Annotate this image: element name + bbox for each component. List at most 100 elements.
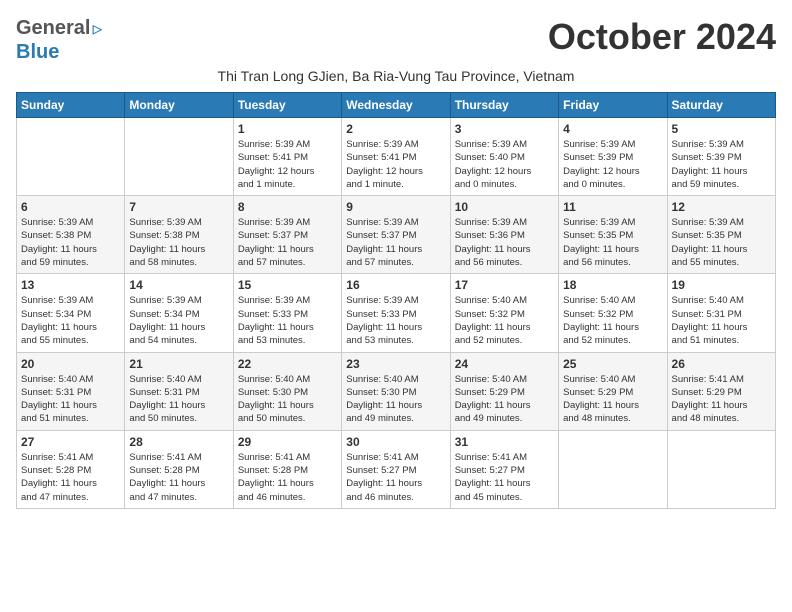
weekday-header-tuesday: Tuesday — [233, 93, 341, 118]
day-info: Sunrise: 5:39 AM Sunset: 5:38 PM Dayligh… — [129, 216, 228, 269]
weekday-header-row: SundayMondayTuesdayWednesdayThursdayFrid… — [17, 93, 776, 118]
day-info: Sunrise: 5:41 AM Sunset: 5:27 PM Dayligh… — [455, 451, 554, 504]
logo-general: General — [16, 17, 90, 40]
day-info: Sunrise: 5:39 AM Sunset: 5:35 PM Dayligh… — [672, 216, 771, 269]
calendar-week-1: 1 Sunrise: 5:39 AM Sunset: 5:41 PM Daylig… — [17, 118, 776, 196]
calendar-week-2: 6 Sunrise: 5:39 AM Sunset: 5:38 PM Daylig… — [17, 196, 776, 274]
calendar-cell — [17, 118, 125, 196]
calendar-cell: 27 Sunrise: 5:41 AM Sunset: 5:28 PM Dayli… — [17, 430, 125, 508]
calendar-cell: 30 Sunrise: 5:41 AM Sunset: 5:27 PM Dayli… — [342, 430, 450, 508]
day-number: 24 — [455, 357, 554, 371]
calendar-cell — [125, 118, 233, 196]
header: General ▹ Blue October 2024 — [16, 16, 776, 64]
day-number: 3 — [455, 122, 554, 136]
calendar-cell: 23 Sunrise: 5:40 AM Sunset: 5:30 PM Dayli… — [342, 352, 450, 430]
day-info: Sunrise: 5:39 AM Sunset: 5:37 PM Dayligh… — [238, 216, 337, 269]
calendar-cell: 28Sunrise: 5:41 AM Sunset: 5:28 PM Dayli… — [125, 430, 233, 508]
day-number: 16 — [346, 278, 445, 292]
day-number: 28 — [129, 435, 228, 449]
day-info: Sunrise: 5:39 AM Sunset: 5:41 PM Dayligh… — [238, 138, 337, 191]
weekday-header-wednesday: Wednesday — [342, 93, 450, 118]
day-number: 4 — [563, 122, 662, 136]
calendar-cell: 16 Sunrise: 5:39 AM Sunset: 5:33 PM Dayli… — [342, 274, 450, 352]
day-number: 21 — [129, 357, 228, 371]
day-number: 25 — [563, 357, 662, 371]
day-info: Sunrise: 5:41 AM Sunset: 5:28 PM Dayligh… — [21, 451, 120, 504]
calendar-cell: 10Sunrise: 5:39 AM Sunset: 5:36 PM Dayli… — [450, 196, 558, 274]
calendar-cell: 6Sunrise: 5:39 AM Sunset: 5:38 PM Daylig… — [17, 196, 125, 274]
weekday-header-saturday: Saturday — [667, 93, 775, 118]
day-info: Sunrise: 5:39 AM Sunset: 5:41 PM Dayligh… — [346, 138, 445, 191]
day-info: Sunrise: 5:40 AM Sunset: 5:30 PM Dayligh… — [238, 373, 337, 426]
month-title: October 2024 — [548, 16, 776, 58]
calendar-cell: 13 Sunrise: 5:39 AM Sunset: 5:34 PM Dayli… — [17, 274, 125, 352]
day-number: 5 — [672, 122, 771, 136]
day-number: 15 — [238, 278, 337, 292]
day-number: 23 — [346, 357, 445, 371]
day-number: 29 — [238, 435, 337, 449]
day-info: Sunrise: 5:39 AM Sunset: 5:35 PM Dayligh… — [563, 216, 662, 269]
calendar-cell: 26 Sunrise: 5:41 AM Sunset: 5:29 PM Dayli… — [667, 352, 775, 430]
day-info: Sunrise: 5:39 AM Sunset: 5:33 PM Dayligh… — [238, 294, 337, 347]
day-info: Sunrise: 5:41 AM Sunset: 5:27 PM Dayligh… — [346, 451, 445, 504]
day-info: Sunrise: 5:40 AM Sunset: 5:31 PM Dayligh… — [129, 373, 228, 426]
calendar-cell: 31 Sunrise: 5:41 AM Sunset: 5:27 PM Dayli… — [450, 430, 558, 508]
day-info: Sunrise: 5:39 AM Sunset: 5:37 PM Dayligh… — [346, 216, 445, 269]
day-info: Sunrise: 5:39 AM Sunset: 5:34 PM Dayligh… — [21, 294, 120, 347]
day-number: 12 — [672, 200, 771, 214]
day-info: Sunrise: 5:39 AM Sunset: 5:34 PM Dayligh… — [129, 294, 228, 347]
calendar-cell: 29 Sunrise: 5:41 AM Sunset: 5:28 PM Dayli… — [233, 430, 341, 508]
day-number: 14 — [129, 278, 228, 292]
calendar-cell: 4 Sunrise: 5:39 AM Sunset: 5:39 PM Daylig… — [559, 118, 667, 196]
calendar-cell: 8Sunrise: 5:39 AM Sunset: 5:37 PM Daylig… — [233, 196, 341, 274]
day-info: Sunrise: 5:41 AM Sunset: 5:29 PM Dayligh… — [672, 373, 771, 426]
logo-blue: Blue — [16, 41, 59, 63]
calendar-cell: 25 Sunrise: 5:40 AM Sunset: 5:29 PM Dayli… — [559, 352, 667, 430]
day-number: 1 — [238, 122, 337, 136]
logo: General ▹ Blue — [16, 16, 103, 64]
calendar-cell — [559, 430, 667, 508]
day-number: 6 — [21, 200, 120, 214]
day-number: 20 — [21, 357, 120, 371]
day-info: Sunrise: 5:39 AM Sunset: 5:33 PM Dayligh… — [346, 294, 445, 347]
day-info: Sunrise: 5:40 AM Sunset: 5:30 PM Dayligh… — [346, 373, 445, 426]
day-number: 18 — [563, 278, 662, 292]
day-number: 9 — [346, 200, 445, 214]
calendar-week-5: 27 Sunrise: 5:41 AM Sunset: 5:28 PM Dayli… — [17, 430, 776, 508]
calendar-cell: 19 Sunrise: 5:40 AM Sunset: 5:31 PM Dayli… — [667, 274, 775, 352]
day-info: Sunrise: 5:39 AM Sunset: 5:39 PM Dayligh… — [563, 138, 662, 191]
calendar-cell: 1 Sunrise: 5:39 AM Sunset: 5:41 PM Daylig… — [233, 118, 341, 196]
day-info: Sunrise: 5:40 AM Sunset: 5:29 PM Dayligh… — [455, 373, 554, 426]
day-number: 31 — [455, 435, 554, 449]
day-info: Sunrise: 5:39 AM Sunset: 5:40 PM Dayligh… — [455, 138, 554, 191]
calendar-cell: 9 Sunrise: 5:39 AM Sunset: 5:37 PM Daylig… — [342, 196, 450, 274]
calendar-cell — [667, 430, 775, 508]
day-number: 13 — [21, 278, 120, 292]
day-info: Sunrise: 5:40 AM Sunset: 5:32 PM Dayligh… — [455, 294, 554, 347]
day-info: Sunrise: 5:39 AM Sunset: 5:39 PM Dayligh… — [672, 138, 771, 191]
calendar-cell: 22Sunrise: 5:40 AM Sunset: 5:30 PM Dayli… — [233, 352, 341, 430]
day-number: 11 — [563, 200, 662, 214]
day-number: 30 — [346, 435, 445, 449]
calendar: SundayMondayTuesdayWednesdayThursdayFrid… — [16, 92, 776, 509]
day-info: Sunrise: 5:40 AM Sunset: 5:29 PM Dayligh… — [563, 373, 662, 426]
day-number: 19 — [672, 278, 771, 292]
day-number: 26 — [672, 357, 771, 371]
calendar-cell: 11 Sunrise: 5:39 AM Sunset: 5:35 PM Dayli… — [559, 196, 667, 274]
calendar-cell: 7 Sunrise: 5:39 AM Sunset: 5:38 PM Daylig… — [125, 196, 233, 274]
calendar-cell: 3 Sunrise: 5:39 AM Sunset: 5:40 PM Daylig… — [450, 118, 558, 196]
day-number: 10 — [455, 200, 554, 214]
day-number: 27 — [21, 435, 120, 449]
day-info: Sunrise: 5:40 AM Sunset: 5:32 PM Dayligh… — [563, 294, 662, 347]
calendar-cell: 5 Sunrise: 5:39 AM Sunset: 5:39 PM Daylig… — [667, 118, 775, 196]
calendar-cell: 17 Sunrise: 5:40 AM Sunset: 5:32 PM Dayli… — [450, 274, 558, 352]
day-info: Sunrise: 5:40 AM Sunset: 5:31 PM Dayligh… — [672, 294, 771, 347]
day-number: 7 — [129, 200, 228, 214]
day-info: Sunrise: 5:41 AM Sunset: 5:28 PM Dayligh… — [238, 451, 337, 504]
calendar-cell: 15 Sunrise: 5:39 AM Sunset: 5:33 PM Dayli… — [233, 274, 341, 352]
calendar-cell: 18 Sunrise: 5:40 AM Sunset: 5:32 PM Dayli… — [559, 274, 667, 352]
calendar-cell: 24 Sunrise: 5:40 AM Sunset: 5:29 PM Dayli… — [450, 352, 558, 430]
day-number: 17 — [455, 278, 554, 292]
calendar-week-3: 13 Sunrise: 5:39 AM Sunset: 5:34 PM Dayli… — [17, 274, 776, 352]
calendar-cell: 14 Sunrise: 5:39 AM Sunset: 5:34 PM Dayli… — [125, 274, 233, 352]
